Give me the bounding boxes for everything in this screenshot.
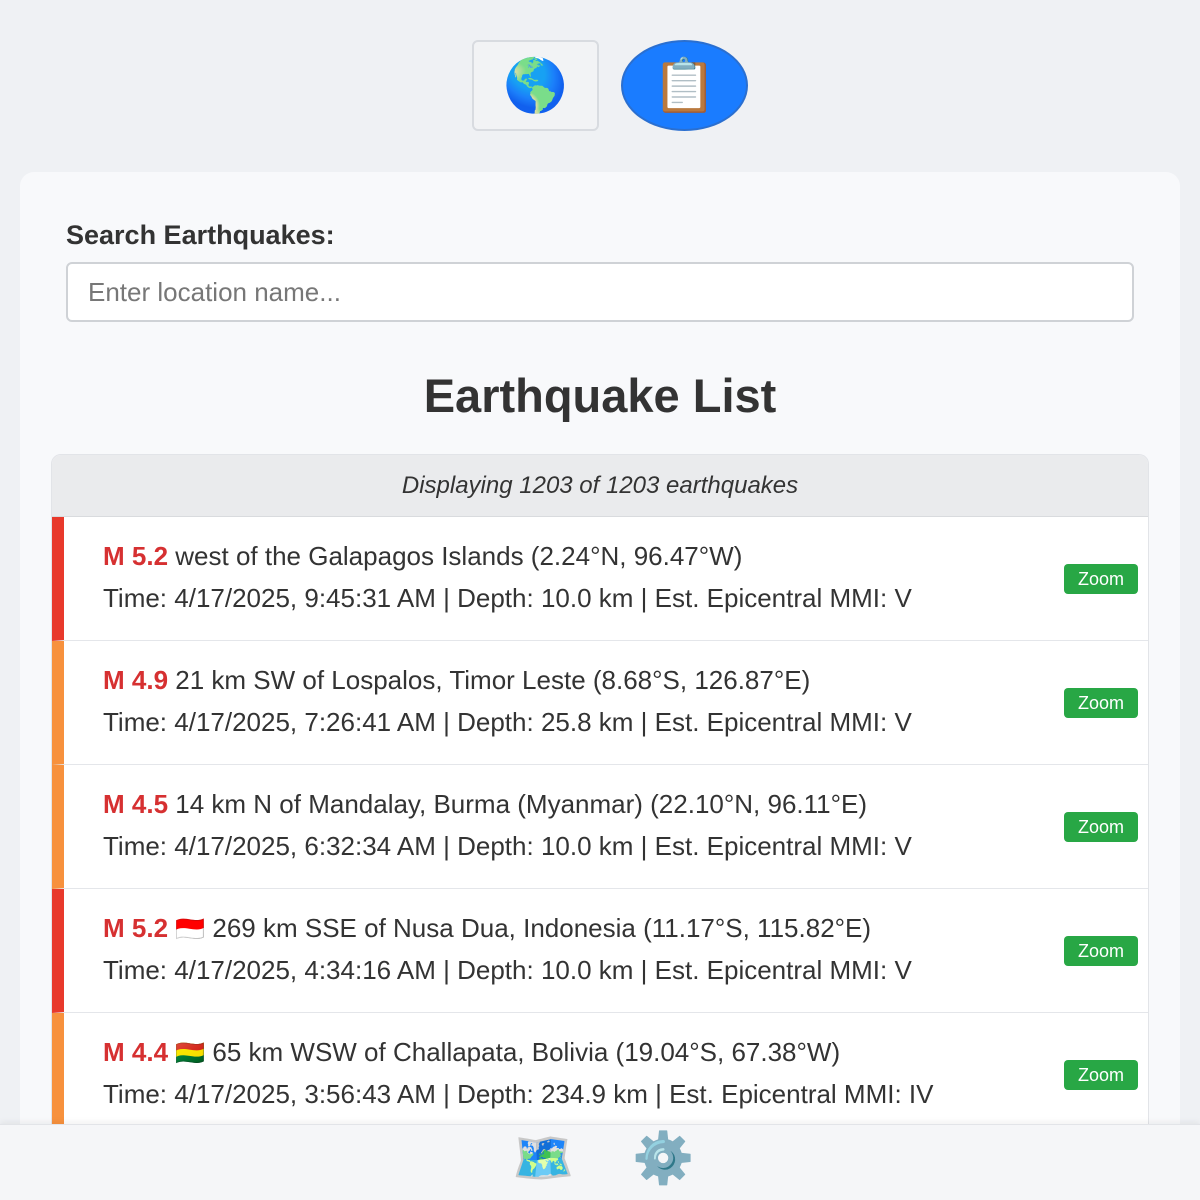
zoom-button[interactable]: Zoom [1064, 812, 1138, 842]
place-label: 269 km SSE of Nusa Dua, Indonesia (11.17… [212, 913, 872, 943]
app-page: 🌎 📋 Search Earthquakes: Earthquake List … [0, 0, 1200, 1200]
zoom-button[interactable]: Zoom [1064, 688, 1138, 718]
bolivia-flag-icon: 🇧🇴 [175, 1040, 206, 1067]
earthquake-row[interactable]: M 5.2 🇮🇩 269 km SSE of Nusa Dua, Indones… [52, 889, 1148, 1013]
clipboard-icon: 📋 [652, 56, 717, 115]
earthquake-list: Displaying 1203 of 1203 earthquakes M 5.… [51, 454, 1149, 1172]
zoom-button[interactable]: Zoom [1064, 1060, 1138, 1090]
gear-icon[interactable]: ⚙️ [632, 1133, 694, 1183]
earthquake-title: M 4.9 21 km SW of Lospalos, Timor Leste … [103, 665, 810, 696]
earthquake-row[interactable]: M 4.9 21 km SW of Lospalos, Timor Leste … [52, 641, 1148, 765]
globe-icon: 🌎 [503, 56, 568, 115]
place-label: west of the Galapagos Islands (2.24°N, 9… [175, 541, 743, 571]
search-input[interactable] [66, 262, 1134, 322]
list-title: Earthquake List [423, 369, 777, 422]
earthquake-title: M 4.4 🇧🇴 65 km WSW of Challapata, Bolivi… [103, 1037, 840, 1068]
earthquake-details: Time: 4/17/2025, 9:45:31 AM | Depth: 10.… [103, 583, 912, 613]
list-summary: Displaying 1203 of 1203 earthquakes [52, 455, 1148, 517]
list-view-button[interactable]: 📋 [621, 40, 748, 131]
zoom-button[interactable]: Zoom [1064, 936, 1138, 966]
magnitude-label: M 5.2 [103, 913, 169, 943]
earthquake-title: M 5.2 🇮🇩 269 km SSE of Nusa Dua, Indones… [103, 913, 871, 944]
bottom-nav-bar: 🗺️ ⚙️ [0, 1124, 1200, 1200]
zoom-button[interactable]: Zoom [1064, 564, 1138, 594]
earthquake-details: Time: 4/17/2025, 6:32:34 AM | Depth: 10.… [103, 831, 912, 861]
world-map-icon[interactable]: 🗺️ [512, 1133, 574, 1183]
earthquake-details: Time: 4/17/2025, 7:26:41 AM | Depth: 25.… [103, 707, 912, 737]
earthquake-row[interactable]: M 4.5 14 km N of Mandalay, Burma (Myanma… [52, 765, 1148, 889]
earthquake-details: Time: 4/17/2025, 3:56:43 AM | Depth: 234… [103, 1079, 934, 1109]
indonesia-flag-icon: 🇮🇩 [175, 916, 206, 943]
globe-view-button[interactable]: 🌎 [472, 40, 599, 131]
earthquake-row[interactable]: M 4.4 🇧🇴 65 km WSW of Challapata, Bolivi… [52, 1013, 1148, 1137]
place-label: 21 km SW of Lospalos, Timor Leste (8.68°… [175, 665, 811, 695]
place-label: 14 km N of Mandalay, Burma (Myanmar) (22… [175, 789, 868, 819]
magnitude-label: M 5.2 [103, 541, 169, 571]
earthquake-row[interactable]: M 5.2 west of the Galapagos Islands (2.2… [52, 517, 1148, 641]
magnitude-label: M 4.5 [103, 789, 169, 819]
place-label: 65 km WSW of Challapata, Bolivia (19.04°… [212, 1037, 841, 1067]
search-label: Search Earthquakes: [66, 220, 335, 250]
magnitude-label: M 4.9 [103, 665, 169, 695]
earthquake-details: Time: 4/17/2025, 4:34:16 AM | Depth: 10.… [103, 955, 912, 985]
earthquake-title: M 4.5 14 km N of Mandalay, Burma (Myanma… [103, 789, 867, 820]
earthquake-title: M 5.2 west of the Galapagos Islands (2.2… [103, 541, 742, 572]
view-toggle: 🌎 📋 [472, 40, 748, 131]
earthquake-panel: Search Earthquakes: Earthquake List Disp… [20, 172, 1180, 1172]
magnitude-label: M 4.4 [103, 1037, 169, 1067]
